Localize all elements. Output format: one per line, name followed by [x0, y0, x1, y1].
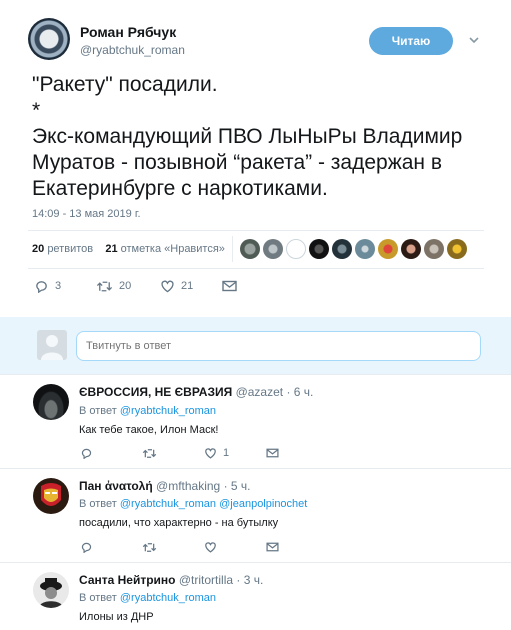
tweet-timestamp[interactable]: 14:09 - 13 мая 2019 г.: [32, 208, 141, 220]
in-reply-prefix: В ответ: [79, 405, 117, 417]
reply-time[interactable]: · 5 ч.: [224, 479, 251, 493]
retweets-stat[interactable]: 20 ретвитов: [32, 243, 93, 255]
retweet-icon: [96, 281, 113, 291]
in-reply-to-link[interactable]: @jeanpolpinochet: [219, 498, 307, 510]
direct-message-button[interactable]: [266, 542, 279, 552]
envelope-icon: [266, 448, 279, 458]
like-button[interactable]: 1: [204, 447, 266, 459]
liker-avatar[interactable]: [378, 239, 398, 259]
in-reply-prefix: В ответ: [79, 498, 117, 510]
retweet-button[interactable]: [142, 542, 204, 553]
reply-author-avatar[interactable]: [33, 384, 69, 420]
reply-author-name: ЄВРОССИЯ, НЕ ЄВРАЗИЯ: [79, 385, 233, 399]
retweet-icon: [142, 542, 157, 552]
reply-input[interactable]: [76, 331, 481, 361]
liker-avatar[interactable]: [263, 239, 283, 259]
reply-button[interactable]: 3: [34, 279, 96, 293]
in-reply-to: В ответ @ryabtchuk_roman: [79, 592, 216, 604]
liker-avatar[interactable]: [240, 239, 260, 259]
current-user-avatar: [37, 330, 67, 360]
author-avatar[interactable]: [28, 18, 70, 60]
in-reply-to: В ответ @ryabtchuk_roman: [79, 405, 216, 417]
liker-avatar[interactable]: [424, 239, 444, 259]
reply-author[interactable]: ЄВРОССИЯ, НЕ ЄВРАЗИЯ @azazet · 6 ч.: [79, 385, 313, 399]
likes-label: отметка «Нравится»: [120, 243, 225, 255]
likes-count: 21: [105, 243, 118, 255]
in-reply-to-link[interactable]: @ryabtchuk_roman: [120, 498, 216, 510]
liker-avatar[interactable]: [447, 239, 467, 259]
heart-icon: [205, 542, 216, 553]
reply-time[interactable]: · 6 ч.: [286, 385, 313, 399]
divider: [28, 268, 484, 269]
retweet-button[interactable]: 20: [96, 280, 160, 293]
liker-avatar[interactable]: [286, 239, 306, 259]
in-reply-to-link[interactable]: @ryabtchuk_roman: [120, 592, 216, 604]
reply-author-handle: @tritortilla: [178, 573, 234, 587]
heart-icon: [205, 448, 216, 459]
reply-icon: [36, 281, 47, 293]
reply-button[interactable]: [80, 541, 142, 553]
reply-author-handle: @azazet: [235, 385, 284, 399]
reply-author-handle: @mfthaking: [156, 479, 221, 493]
liker-avatar[interactable]: [309, 239, 329, 259]
tweet-actions: 3 20 21: [34, 279, 237, 293]
reply-text: посадили, что характерно - на бутылку: [79, 517, 279, 529]
reply-actions: 1: [80, 447, 279, 459]
divider: [28, 230, 484, 231]
reply-actions: [80, 541, 279, 553]
chevron-down-icon[interactable]: [468, 34, 480, 46]
reply-author-avatar[interactable]: [33, 572, 69, 608]
reply-icon: [81, 542, 92, 553]
reply-icon: [81, 448, 92, 459]
like-button[interactable]: [204, 541, 266, 553]
author-handle[interactable]: @ryabtchuk_roman: [80, 43, 185, 57]
retweet-icon: [142, 448, 157, 458]
tweet-stats: 20 ретвитов 21 отметка «Нравится»: [32, 243, 225, 255]
in-reply-prefix: В ответ: [79, 592, 117, 604]
in-reply-to: В ответ @ryabtchuk_roman @jeanpolpinoche…: [79, 498, 307, 510]
direct-message-button[interactable]: [266, 448, 279, 458]
reply-button[interactable]: [80, 447, 142, 459]
envelope-icon: [266, 542, 279, 552]
like-count: 1: [223, 447, 230, 459]
like-button[interactable]: 21: [160, 279, 222, 293]
likes-stat[interactable]: 21 отметка «Нравится»: [105, 243, 225, 255]
reply-text: Илоны из ДНР: [79, 611, 154, 623]
liker-avatar[interactable]: [401, 239, 421, 259]
tweet-text: "Ракету" посадили. * Экс-командующий ПВО…: [32, 73, 463, 200]
in-reply-to-link[interactable]: @ryabtchuk_roman: [120, 405, 216, 417]
following-button[interactable]: Читаю: [369, 27, 453, 55]
reply-author[interactable]: Санта Нейтрино @tritortilla · 3 ч.: [79, 573, 263, 587]
liker-avatar[interactable]: [332, 239, 352, 259]
reply-time[interactable]: · 3 ч.: [236, 573, 263, 587]
likers-avatars: [240, 239, 467, 261]
reply-author[interactable]: Пан ἀνατολή @mfthaking · 5 ч.: [79, 479, 251, 493]
like-count: 21: [181, 280, 194, 292]
retweets-label: ретвитов: [47, 243, 94, 255]
reply-author-name: Санта Нейтрино: [79, 573, 176, 587]
envelope-icon: [222, 280, 237, 292]
heart-icon: [161, 280, 174, 293]
author-name[interactable]: Роман Рябчук: [80, 24, 176, 40]
direct-message-button[interactable]: [222, 280, 237, 292]
retweet-button[interactable]: [142, 448, 204, 459]
divider: [232, 236, 233, 262]
reply-count: 3: [55, 280, 62, 292]
reply-tweet[interactable]: ЄВРОССИЯ, НЕ ЄВРАЗИЯ @azazet · 6 ч. В от…: [0, 374, 511, 468]
reply-text: Как тебе такое, Илон Маск!: [79, 424, 219, 436]
retweet-count: 20: [119, 280, 132, 292]
retweets-count: 20: [32, 243, 45, 255]
reply-tweet[interactable]: Пан ἀνατολή @mfthaking · 5 ч. В ответ @r…: [0, 468, 511, 562]
reply-author-avatar[interactable]: [33, 478, 69, 514]
reply-tweet[interactable]: Санта Нейтрино @tritortilla · 3 ч. В отв…: [0, 562, 511, 630]
liker-avatar[interactable]: [355, 239, 375, 259]
reply-author-name: Пан ἀνατολή: [79, 479, 153, 493]
